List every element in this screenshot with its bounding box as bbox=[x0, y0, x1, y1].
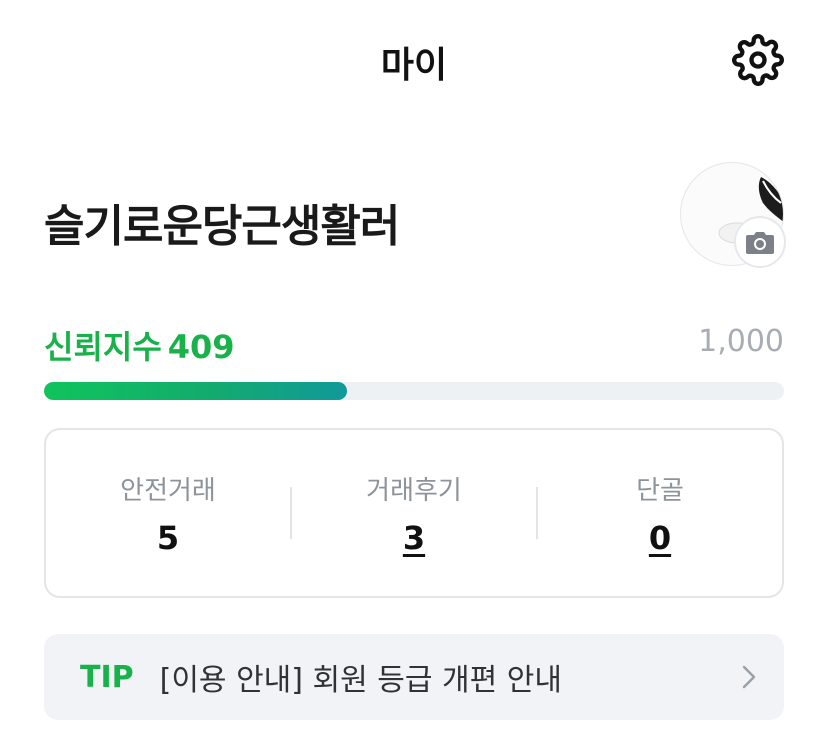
change-photo-button[interactable] bbox=[734, 216, 786, 268]
stat-value-link[interactable]: 3 bbox=[292, 519, 536, 557]
stat-reviews[interactable]: 거래후기 3 bbox=[292, 470, 536, 557]
chevron-right-icon bbox=[742, 665, 756, 689]
stat-label: 단골 bbox=[636, 475, 684, 506]
stats-card: 안전거래 5 거래후기 3 단골 0 bbox=[44, 428, 784, 598]
tip-banner[interactable]: TIP [이용 안내] 회원 등급 개편 안내 bbox=[44, 634, 784, 720]
stat-label: 안전거래 bbox=[120, 475, 216, 506]
stat-regulars[interactable]: 단골 0 bbox=[538, 470, 782, 557]
page-title: 마이 bbox=[380, 45, 448, 86]
trust-progress-bar bbox=[44, 382, 784, 400]
camera-icon bbox=[746, 232, 774, 254]
gear-icon bbox=[732, 34, 784, 86]
tip-tag: TIP bbox=[80, 659, 134, 695]
stat-safe-trades: 안전거래 5 bbox=[46, 470, 290, 557]
stat-value: 5 bbox=[156, 518, 180, 557]
trust-score-max: 1,000 bbox=[698, 324, 784, 359]
trust-label-text: 신뢰지수 bbox=[44, 328, 162, 366]
tip-text: [이용 안내] 회원 등급 개편 안내 bbox=[159, 663, 562, 698]
profile-nickname: 슬기로운당근생활러 bbox=[44, 201, 400, 252]
trust-progress-fill bbox=[44, 382, 347, 400]
stat-label: 거래후기 bbox=[366, 475, 462, 506]
stat-value-link[interactable]: 0 bbox=[538, 519, 782, 557]
profile-avatar-area bbox=[680, 162, 786, 268]
header: 마이 bbox=[0, 0, 828, 120]
trust-score-label: 신뢰지수 409 bbox=[44, 322, 235, 368]
settings-button[interactable] bbox=[732, 34, 784, 86]
trust-score-value: 409 bbox=[167, 328, 235, 366]
